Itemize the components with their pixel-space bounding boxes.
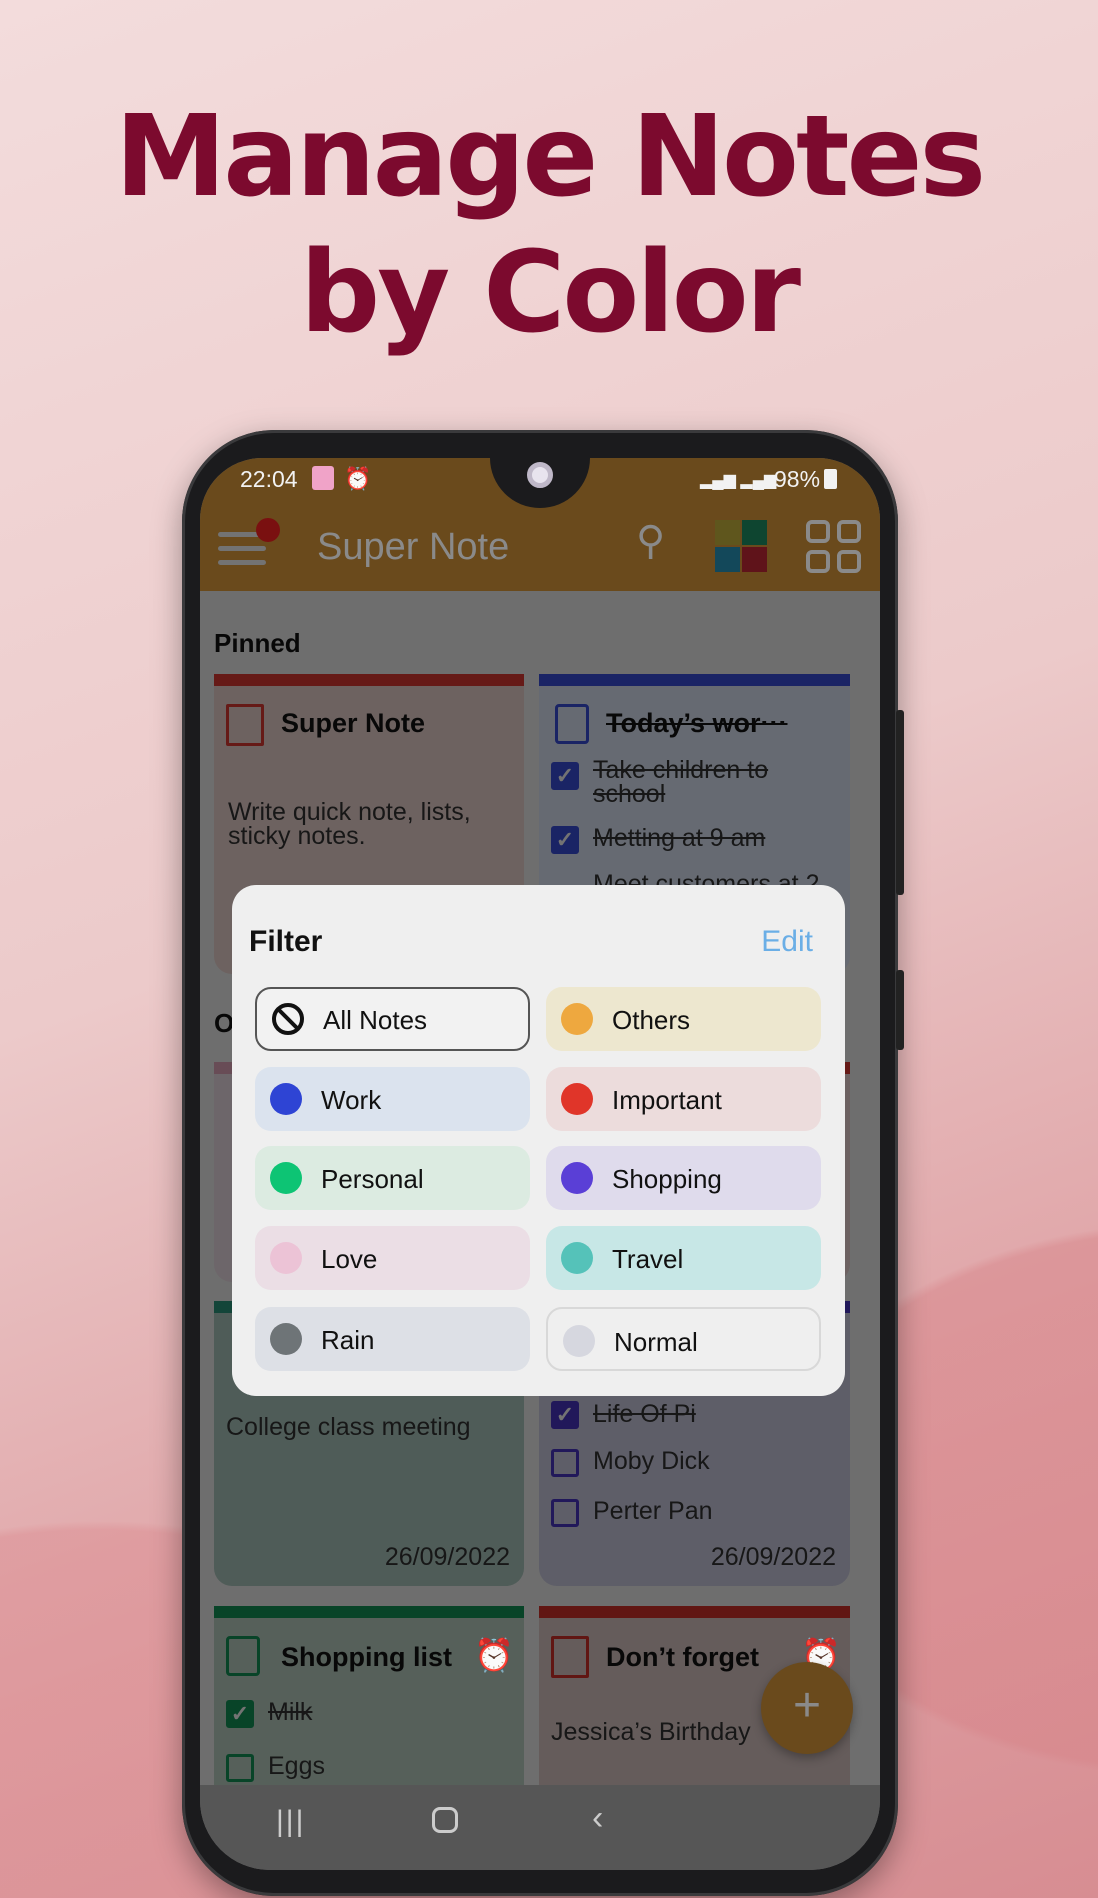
checklist-icon [555, 704, 589, 744]
checkbox-checked[interactable]: ✓ [551, 1401, 579, 1429]
checklist-item: Moby Dick [593, 1447, 710, 1475]
checklist-item: Milk [268, 1698, 313, 1726]
filter-option-label: Love [321, 1244, 378, 1274]
filter-option-label: Important [612, 1085, 722, 1115]
color-dot-icon [270, 1242, 302, 1274]
checklist-item: Life Of Pi [593, 1400, 696, 1428]
color-dot-icon [561, 1162, 593, 1194]
no-filter-icon [272, 1003, 304, 1035]
note-icon [226, 704, 264, 746]
card-body: College class meeting [226, 1413, 471, 1441]
grid-view-icon[interactable] [806, 520, 862, 574]
filter-option-all-notes[interactable]: All Notes [255, 987, 530, 1051]
card-title: Super Note [281, 708, 426, 738]
back-icon[interactable]: ‹ [592, 1799, 603, 1838]
menu-button[interactable] [218, 518, 280, 572]
color-dot-icon [270, 1083, 302, 1115]
filter-option-shopping[interactable]: Shopping [546, 1146, 821, 1210]
camera-icon [527, 462, 553, 488]
edit-button[interactable]: Edit [761, 925, 813, 959]
filter-dialog: Filter Edit All Notes Others Work Important… [232, 885, 845, 1396]
checkbox-checked[interactable]: ✓ [226, 1700, 254, 1728]
color-filter-button[interactable] [715, 520, 767, 572]
checklist-item: Metting at 9 am [593, 824, 766, 852]
filter-option-love[interactable]: Love [255, 1226, 530, 1290]
filter-option-label: Shopping [612, 1164, 722, 1194]
pinned-label: Pinned [214, 628, 301, 658]
filter-option-label: Travel [612, 1244, 684, 1274]
filter-option-label: Work [321, 1085, 382, 1115]
battery-icon [824, 469, 837, 489]
home-icon[interactable] [432, 1807, 458, 1833]
app-bar: 22:04 ⏰ ▂▄▆ ▂▄▆ 98% Super Note ⚲ [200, 458, 880, 591]
camera-notch [490, 458, 590, 508]
filter-option-rain[interactable]: Rain [255, 1307, 530, 1371]
color-dot-icon [561, 1003, 593, 1035]
card-body: sticky notes. [228, 822, 366, 850]
checkbox[interactable] [551, 1449, 579, 1477]
card-title: Today’s wor··· [606, 708, 788, 738]
checkbox-checked[interactable]: ✓ [551, 826, 579, 854]
app-title: Super Note [317, 526, 510, 568]
color-dot-icon [563, 1325, 595, 1357]
checklist-item: school [593, 780, 666, 808]
alarm-icon: ⏰ [474, 1637, 514, 1673]
filter-option-personal[interactable]: Personal [255, 1146, 530, 1210]
checklist-icon [226, 1636, 260, 1676]
add-note-button[interactable]: + [761, 1662, 853, 1754]
card-date: 26/09/2022 [384, 1543, 510, 1571]
checkbox[interactable] [226, 1754, 254, 1782]
note-icon [551, 1636, 589, 1678]
headline-line2: by Color [300, 228, 801, 358]
filter-option-important[interactable]: Important [546, 1067, 821, 1131]
color-dot-icon [561, 1083, 593, 1115]
recent-apps-icon[interactable]: ||| [276, 1805, 305, 1839]
note-card-shopping-list[interactable]: Shopping list ⏰ ✓ Milk Eggs [214, 1606, 524, 1806]
filter-option-label: Normal [614, 1327, 698, 1357]
notification-dot [256, 518, 280, 542]
card-body: Jessica’s Birthday [551, 1718, 751, 1746]
checklist-item: Perter Pan [593, 1497, 713, 1525]
card-title: Don’t forget [606, 1642, 759, 1672]
signal-icon: ▂▄▆ ▂▄▆ [700, 472, 777, 489]
filter-option-others[interactable]: Others [546, 987, 821, 1051]
headline-line1: Manage Notes [114, 92, 986, 222]
volume-button [896, 710, 904, 895]
power-button [896, 970, 904, 1050]
color-dot-icon [561, 1242, 593, 1274]
color-dot-icon [270, 1323, 302, 1355]
checklist-item: Eggs [268, 1752, 325, 1780]
card-title: Shopping list [281, 1642, 452, 1672]
search-icon[interactable]: ⚲ [636, 518, 665, 564]
status-time: 22:04 [240, 466, 298, 492]
navigation-bar: ||| ‹ [200, 1785, 880, 1870]
checkbox-checked[interactable]: ✓ [551, 762, 579, 790]
checkbox[interactable] [551, 1499, 579, 1527]
filter-option-label: Personal [321, 1164, 424, 1194]
alarm-icon: ⏰ [344, 466, 372, 491]
filter-option-work[interactable]: Work [255, 1067, 530, 1131]
battery-level: 98% [774, 466, 821, 492]
filter-option-travel[interactable]: Travel [546, 1226, 821, 1290]
app-notification-icon [312, 466, 334, 490]
filter-option-normal[interactable]: Normal [546, 1307, 821, 1371]
filter-option-label: All Notes [323, 1005, 428, 1035]
filter-title: Filter [249, 925, 323, 958]
filter-option-label: Others [612, 1005, 691, 1035]
filter-option-label: Rain [321, 1325, 375, 1355]
card-date: 26/09/2022 [710, 1543, 836, 1571]
color-dot-icon [270, 1162, 302, 1194]
